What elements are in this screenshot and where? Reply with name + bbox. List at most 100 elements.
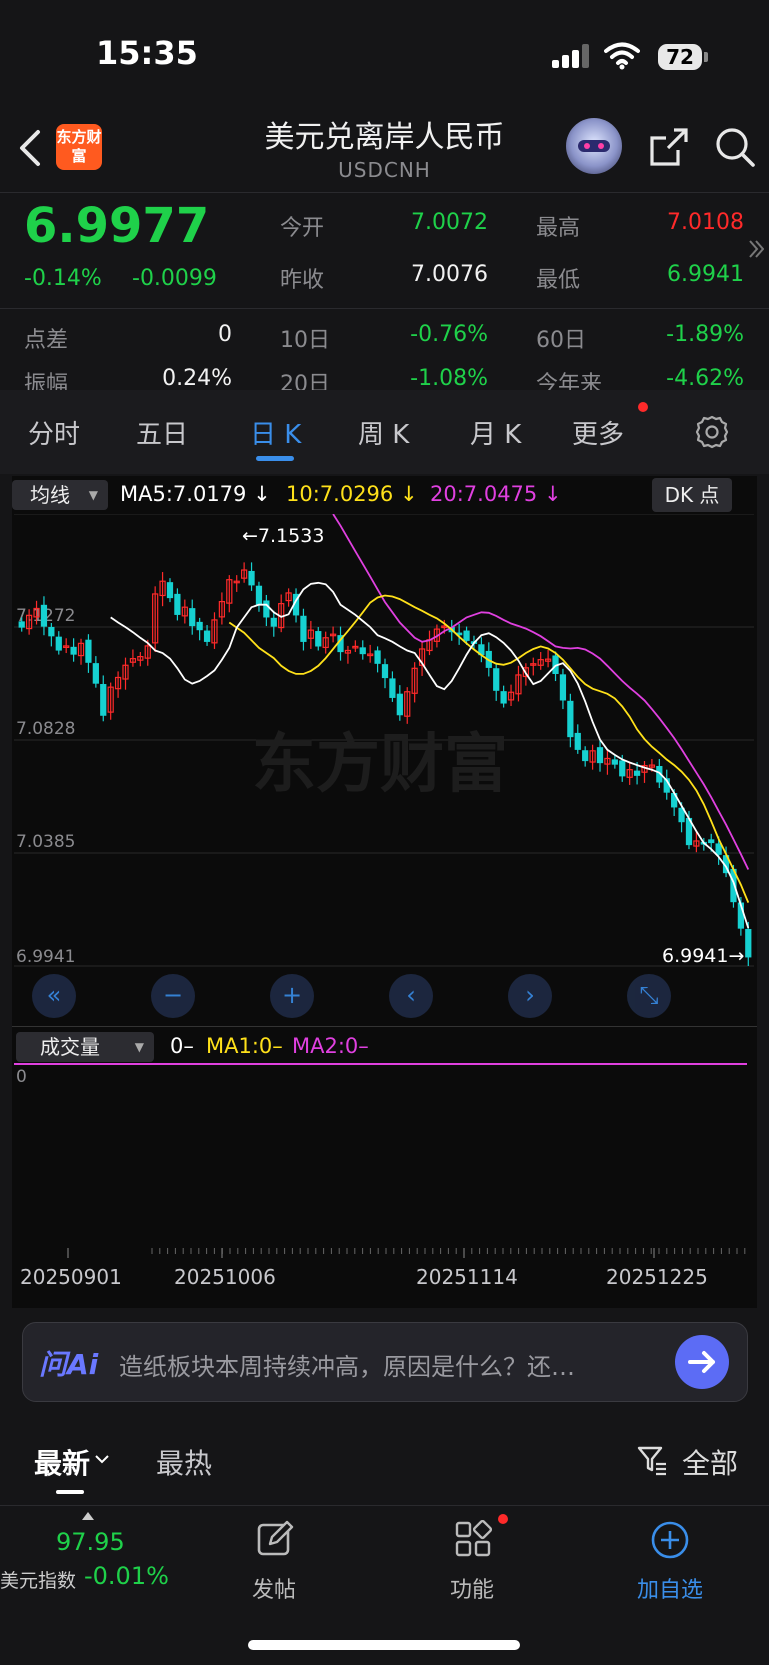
candle-body	[708, 839, 715, 844]
gear-icon[interactable]	[694, 414, 730, 450]
candle-body	[374, 650, 381, 664]
candle-body	[633, 770, 641, 776]
prev-close-value: 7.0076	[411, 262, 488, 287]
post-button[interactable]: 发帖	[204, 1514, 344, 1614]
candle-body	[715, 843, 722, 855]
volume-select-label: 成交量	[40, 1035, 100, 1059]
status-time: 15:35	[96, 34, 198, 72]
edit-icon	[257, 1520, 294, 1556]
ai-submit-button[interactable]	[675, 1335, 729, 1389]
candle-body	[263, 600, 270, 618]
candle-body	[619, 760, 626, 777]
wifi-icon	[604, 42, 640, 70]
usd-index-value: 97.95	[56, 1528, 125, 1556]
candle-body	[745, 928, 752, 958]
open-label: 今开	[280, 216, 325, 241]
ai-logo: 问Ai	[39, 1348, 99, 1381]
d60-value: -1.89%	[666, 322, 744, 347]
zoom-in-icon[interactable]: +	[270, 974, 314, 1018]
date-axis: 20250901 20251006 20251114 20251225	[20, 1248, 746, 1289]
candle-body	[389, 678, 396, 698]
change-value: -0.0099	[132, 266, 217, 291]
candle-body	[596, 747, 604, 764]
function-label: 功能	[449, 1578, 494, 1603]
candle-body	[463, 630, 470, 641]
candle-body	[315, 631, 322, 647]
post-label: 发帖	[251, 1578, 296, 1603]
period-tabs: 分时 五日 日 K 周 K 月 K 更多	[0, 390, 769, 474]
d20-value: -1.08%	[410, 366, 488, 391]
x-tick-label: 20251006	[174, 1265, 276, 1289]
robot-visor	[578, 140, 610, 152]
feed-filter-all[interactable]: 全部	[682, 1442, 738, 1482]
low-value: 6.9941	[667, 262, 744, 287]
chevron-down-icon	[95, 1455, 109, 1464]
quote-divider	[0, 308, 769, 309]
scroll-to-start-icon[interactable]: «	[32, 974, 76, 1018]
pan-right-icon[interactable]: ›	[508, 974, 552, 1018]
d10-label: 10日	[280, 328, 330, 353]
ytd-value: -4.62%	[666, 366, 744, 391]
zoom-out-icon[interactable]: −	[151, 974, 195, 1018]
x-tick-label: 20250901	[20, 1265, 122, 1289]
candle-body	[166, 582, 174, 599]
ma5-value: MA5:7.0179	[120, 482, 247, 506]
d60-label: 60日	[536, 328, 586, 353]
candle-body	[48, 626, 55, 637]
status-bar: 15:35 72	[0, 0, 769, 110]
open-value: 7.0072	[411, 210, 488, 235]
pan-left-icon[interactable]: ‹	[389, 974, 433, 1018]
d10-value: -0.76%	[410, 322, 488, 347]
candle-body	[396, 693, 403, 716]
candle-body	[248, 570, 255, 586]
volume-axis-zero: 0	[16, 1067, 27, 1087]
ma10-legend: 10:7.0296 ↓	[286, 482, 418, 506]
robot-assistant-icon[interactable]	[566, 118, 622, 174]
tab-daily-k[interactable]: 日 K	[250, 414, 301, 451]
x-tick-label: 20251225	[606, 1265, 708, 1289]
tab-five-day[interactable]: 五日	[136, 414, 188, 451]
expand-chevron-icon[interactable]	[748, 238, 764, 260]
tab-more[interactable]: 更多	[572, 414, 624, 451]
min-price-marker: 6.9941→	[662, 945, 744, 967]
ma20-legend: 20:7.0475 ↓	[430, 482, 562, 506]
share-icon[interactable]	[648, 126, 690, 168]
usd-index-ticker[interactable]: 97.95 美元指数 -0.01%	[0, 1506, 180, 1616]
tab-monthly-k[interactable]: 月 K	[470, 414, 521, 451]
candle-body	[18, 621, 25, 628]
search-icon[interactable]	[714, 126, 756, 168]
feed-tab-latest[interactable]: 最新	[34, 1442, 90, 1482]
tab-weekly-k[interactable]: 周 K	[358, 414, 409, 451]
volume-divider	[12, 1026, 757, 1027]
volume-ma-line	[14, 1063, 747, 1065]
y-tick-label: 7.0385	[16, 832, 75, 852]
spread-label: 点差	[24, 328, 69, 353]
high-value: 7.0108	[667, 210, 744, 235]
usd-index-change: -0.01%	[84, 1562, 169, 1590]
tab-intraday[interactable]: 分时	[28, 414, 80, 451]
dk-point-button[interactable]: DK 点	[652, 478, 732, 512]
cellular-signal-icon	[552, 44, 592, 68]
fullscreen-icon[interactable]: ⤡	[627, 974, 671, 1018]
volume-indicator-select[interactable]: 成交量 ▼	[16, 1032, 154, 1062]
down-arrow-icon: ↓	[543, 482, 562, 506]
function-button[interactable]: 功能	[402, 1514, 542, 1614]
dropdown-triangle-icon: ▼	[88, 488, 98, 502]
y-tick-label: 6.9941	[16, 947, 75, 967]
dk-point-label: DK 点	[664, 483, 720, 507]
candle-body	[359, 647, 366, 655]
ma-type-select[interactable]: 均线 ▼	[12, 480, 108, 510]
candle-body	[381, 664, 389, 679]
watermark-text: 东方财富	[252, 728, 508, 802]
filter-icon[interactable]	[636, 1444, 668, 1476]
add-watchlist-button[interactable]: 加自选	[600, 1514, 740, 1614]
change-percent: -0.14%	[24, 266, 102, 291]
dropdown-triangle-icon: ▼	[134, 1040, 144, 1054]
prev-close-label: 昨收	[280, 268, 325, 293]
feed-active-indicator	[56, 1490, 84, 1494]
ai-question-bar[interactable]: 问Ai 造纸板块本周持续冲高，原因是什么？还…	[22, 1322, 748, 1402]
candlestick-chart[interactable]: 东方财富 7.17167.12727.08287.03856.9941 ←7.1…	[12, 514, 757, 1026]
ma10-value: 10:7.0296	[286, 482, 394, 506]
feed-tab-hot[interactable]: 最热	[156, 1442, 212, 1482]
volume-value: 0–	[170, 1034, 194, 1058]
